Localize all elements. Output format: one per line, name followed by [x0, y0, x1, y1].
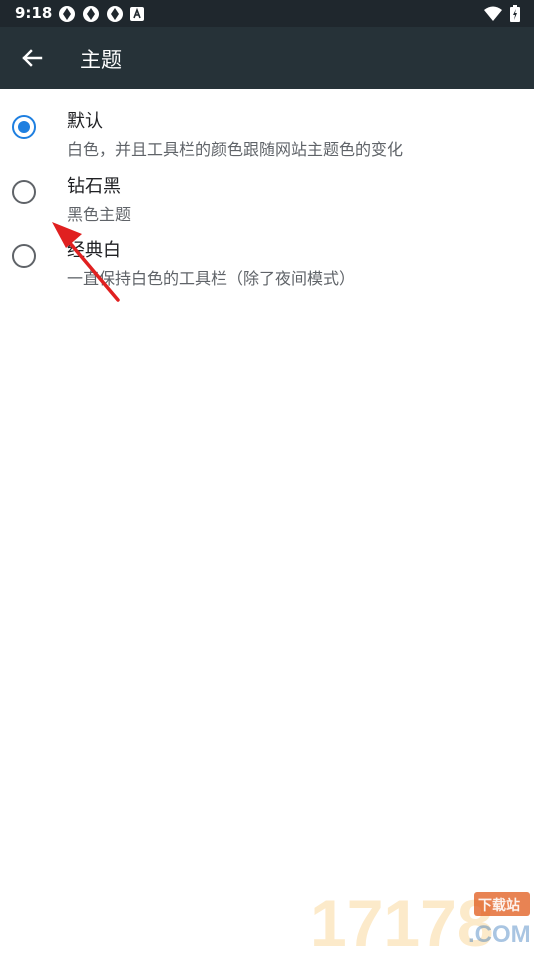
option-subtitle: 白色，并且工具栏的颜色跟随网站主题色的变化: [67, 140, 404, 159]
system-icons: [484, 4, 520, 23]
status-bar: 9:18: [0, 0, 534, 27]
aperture-icon: [59, 5, 75, 22]
arrow-left-icon: [22, 49, 43, 67]
watermark-logo: 17178 下载站 .COM: [310, 886, 531, 954]
theme-option-default[interactable]: 默认 白色，并且工具栏的颜色跟随网站主题色的变化: [0, 105, 534, 169]
svg-text:17178: 17178: [310, 886, 494, 950]
option-subtitle: 一直保持白色的工具栏（除了夜间模式）: [67, 269, 356, 288]
radio-button-selected[interactable]: [12, 115, 36, 139]
svg-text:.COM: .COM: [468, 921, 531, 948]
app-bar: 主题: [0, 27, 534, 89]
option-subtitle: 黑色主题: [67, 205, 132, 224]
theme-option-classic-white[interactable]: 经典白 一直保持白色的工具栏（除了夜间模式）: [0, 234, 534, 298]
back-button[interactable]: [12, 38, 52, 78]
site-watermark: 17178 下载站 .COM: [308, 884, 534, 954]
theme-option-diamond-black[interactable]: 钻石黑 黑色主题: [0, 170, 534, 234]
status-time: 9:18: [15, 4, 53, 22]
svg-text:下载站: 下载站: [478, 897, 520, 914]
a-badge-icon: [130, 6, 144, 21]
option-title: 经典白: [67, 240, 121, 261]
option-title: 默认: [67, 111, 103, 132]
battery-icon: [510, 5, 520, 22]
notification-icons: [58, 4, 144, 23]
option-title: 钻石黑: [67, 176, 121, 197]
aperture-icon: [83, 5, 99, 22]
wifi-icon: [484, 6, 502, 21]
radio-button[interactable]: [12, 244, 36, 268]
radio-button[interactable]: [12, 180, 36, 204]
aperture-icon: [107, 5, 123, 22]
page-title: 主题: [80, 48, 122, 72]
